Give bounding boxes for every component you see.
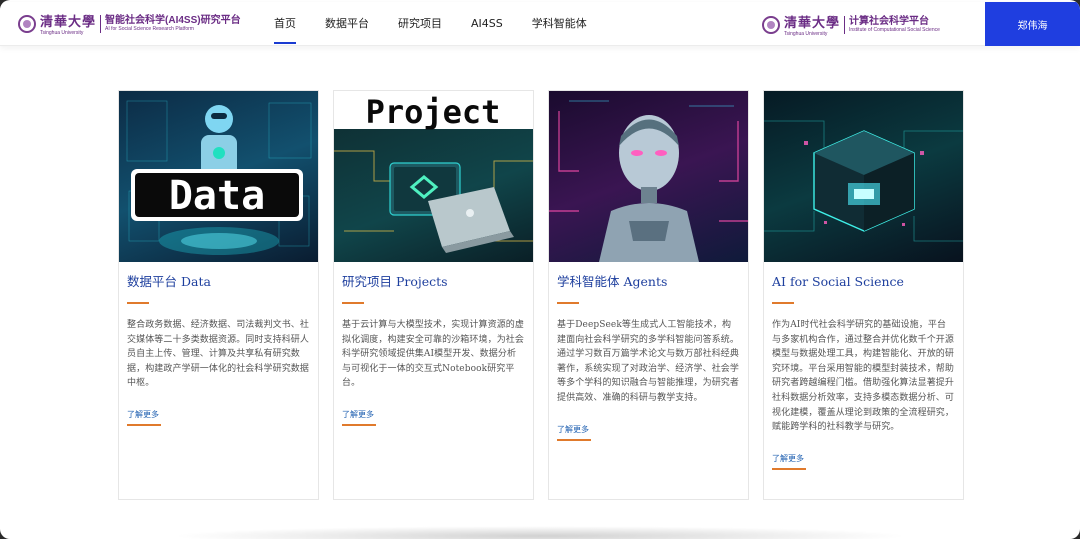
card-body: AI for Social Science 作为AI时代社会科学研究的基础设施，… [764, 262, 963, 470]
tsinghua-logo-text-right: 清華大學 [784, 16, 841, 31]
data-illustration: Data [126, 100, 312, 255]
tsinghua-logo-text: 清華大學 [40, 15, 97, 30]
browser-window: 清華大學 Tsinghua University 智能社会科学(AI4SS)研究… [0, 0, 1080, 539]
card-image-data: Data [119, 91, 318, 262]
platform-title: 智能社会科学(AI4SS)研究平台 [105, 15, 241, 26]
feature-cards: Data 数据平台 Data 整合政务数据、经济数据、司法裁判文书、社交媒体等二… [118, 90, 964, 500]
card-description: 整合政务数据、经济数据、司法裁判文书、社交媒体等二十多类数据资源。同时支持科研人… [127, 320, 310, 389]
tsinghua-wordmark-right: 清華大學 Tsinghua University [784, 12, 840, 38]
platform-subtitle: AI for Social Science Research Platform [105, 26, 194, 32]
card-body: 学科智能体 Agents 基于DeepSeek等生成式人工智能技术，构建面向社会… [549, 262, 748, 441]
nav-research-projects[interactable]: 研究项目 [386, 2, 454, 46]
card-description: 基于云计算与大模型技术，实现计算资源的虚拟化调度，构建安全可靠的沙箱环境，为社会… [342, 320, 525, 389]
card-image-projects: Project [334, 91, 533, 262]
card-title: 学科智能体 Agents [557, 274, 668, 289]
project-image-word: Project [366, 93, 501, 131]
main-nav: 首页 数据平台 研究项目 AI4SS 学科智能体 [262, 2, 604, 46]
tsinghua-logo-en-right: Tsinghua University [784, 31, 828, 37]
title-accent-line [342, 302, 364, 304]
learn-more-link[interactable]: 了解更多 [127, 409, 161, 426]
logo-divider-right [844, 16, 846, 34]
card-research-projects[interactable]: Project 研究项目 Projects 基于云计算与大模型技术，实现计算资源… [333, 90, 534, 500]
data-image-word: Data [169, 173, 265, 219]
card-title: 研究项目 Projects [342, 274, 448, 289]
card-body: 数据平台 Data 整合政务数据、经济数据、司法裁判文书、社交媒体等二十多类数据… [119, 262, 318, 426]
learn-more-link[interactable]: 了解更多 [557, 424, 591, 441]
agent-robot-illustration [549, 100, 748, 262]
tsinghua-wordmark: 清華大學 Tsinghua University [40, 11, 96, 37]
card-description: 基于DeepSeek等生成式人工智能技术，构建面向社会科学研究的多学科智能问答系… [557, 320, 740, 403]
user-account-button[interactable]: 郑伟海 [985, 2, 1080, 46]
card-image-agents [549, 91, 748, 262]
title-accent-line [127, 302, 149, 304]
card-agents[interactable]: 学科智能体 Agents 基于DeepSeek等生成式人工智能技术，构建面向社会… [548, 90, 749, 500]
learn-more-link[interactable]: 了解更多 [772, 453, 806, 470]
platform-wordmark: 智能社会科学(AI4SS)研究平台 AI for Social Science … [105, 15, 241, 33]
nav-data-platform[interactable]: 数据平台 [313, 2, 381, 46]
nav-ai4ss[interactable]: AI4SS [459, 2, 515, 46]
tsinghua-seal-icon [762, 16, 780, 34]
learn-more-link[interactable]: 了解更多 [342, 409, 376, 426]
card-image-ai4ss [764, 91, 963, 262]
card-body: 研究项目 Projects 基于云计算与大模型技术，实现计算资源的虚拟化调度，构… [334, 262, 533, 426]
title-accent-line [772, 302, 794, 304]
ccss-logo[interactable]: 清華大學 Tsinghua University 计算社会科学平台 Instit… [762, 12, 940, 38]
card-data-platform[interactable]: Data 数据平台 Data 整合政务数据、经济数据、司法裁判文书、社交媒体等二… [118, 90, 319, 500]
card-ai-for-social-science[interactable]: AI for Social Science 作为AI时代社会科学研究的基础设施，… [763, 90, 964, 500]
ccss-subtitle: Institute of Computational Social Scienc… [849, 27, 940, 33]
card-title: AI for Social Science [772, 274, 904, 289]
nav-home[interactable]: 首页 [262, 2, 308, 46]
nav-agents[interactable]: 学科智能体 [520, 2, 599, 46]
platform-logo[interactable]: 清華大學 Tsinghua University 智能社会科学(AI4SS)研究… [18, 12, 241, 36]
tsinghua-logo-en: Tsinghua University [40, 30, 84, 36]
ccss-title: 计算社会科学平台 [849, 16, 930, 27]
ccss-wordmark: 计算社会科学平台 Institute of Computational Soci… [849, 16, 940, 34]
ai-cube-illustration [764, 120, 963, 242]
tsinghua-seal-icon [18, 15, 36, 33]
card-description: 作为AI时代社会科学研究的基础设施，平台与多家机构合作，通过整合并优化数千个开源… [772, 320, 955, 433]
logo-divider [100, 15, 102, 33]
footer-shadow [170, 526, 910, 539]
title-accent-line [557, 302, 579, 304]
card-title: 数据平台 Data [127, 274, 211, 289]
project-illustration: Project [334, 91, 533, 253]
top-navigation-bar: 清華大學 Tsinghua University 智能社会科学(AI4SS)研究… [0, 2, 1080, 46]
